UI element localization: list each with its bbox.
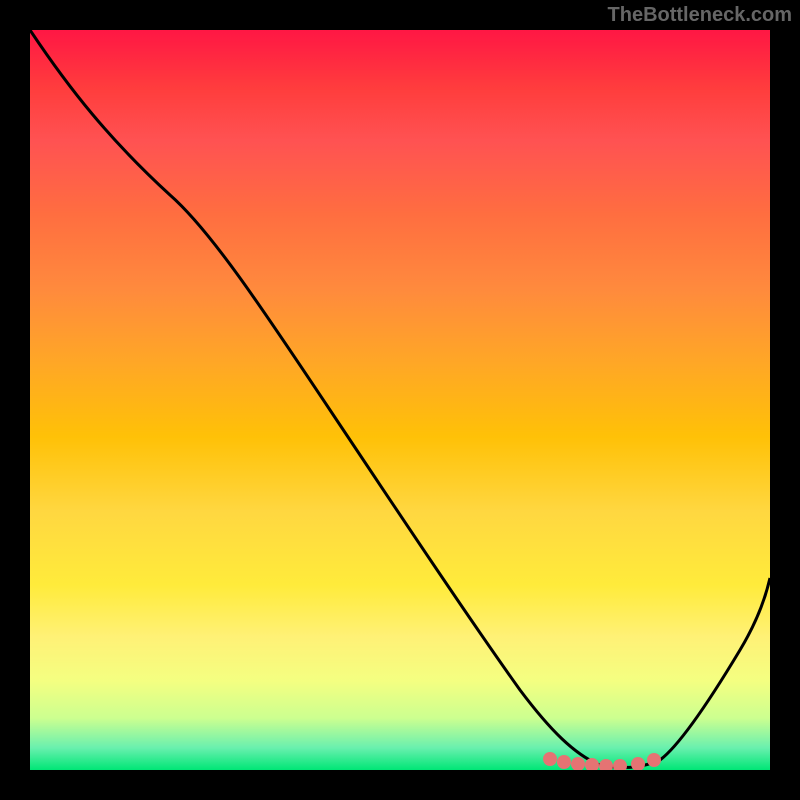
bottleneck-curve-line <box>30 30 770 768</box>
bottleneck-curve-svg <box>30 30 770 770</box>
chart-container: TheBottleneck.com <box>0 0 800 800</box>
watermark-text: TheBottleneck.com <box>608 4 792 27</box>
optimal-range-markers <box>543 752 661 770</box>
